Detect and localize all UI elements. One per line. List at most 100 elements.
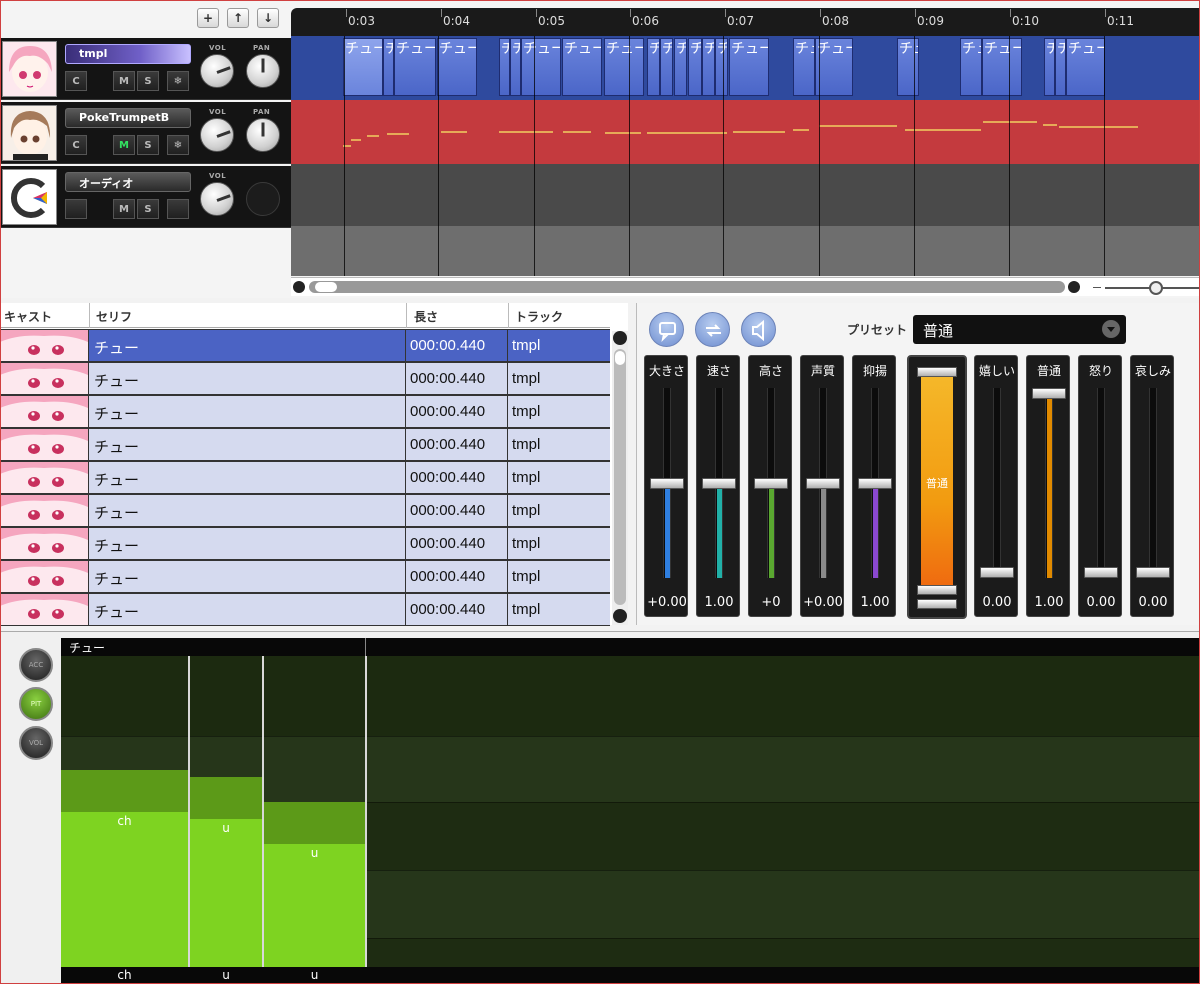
table-row[interactable]: チュー 000:00.440 tmpl xyxy=(0,527,610,560)
table-row[interactable]: チュー 000:00.440 tmpl xyxy=(0,494,610,527)
table-row[interactable]: チュー 000:00.440 tmpl xyxy=(0,428,610,461)
slider-handle[interactable] xyxy=(1084,567,1118,578)
lane-segment[interactable]: チュー xyxy=(815,38,853,96)
lane-segment[interactable]: チュー xyxy=(521,38,561,96)
speaker-icon[interactable] xyxy=(741,312,776,347)
pitch-note[interactable] xyxy=(190,819,262,967)
scroll-up-icon[interactable] xyxy=(613,331,627,345)
solo-button[interactable]: S xyxy=(137,71,159,91)
track-cell[interactable]: tmpl xyxy=(512,535,540,552)
lane-segment[interactable]: チュー xyxy=(715,38,728,96)
lane-segment[interactable]: チュー xyxy=(383,38,394,96)
timeline-scrollbar[interactable] xyxy=(291,277,1200,296)
speech-bubble-icon[interactable] xyxy=(649,312,684,347)
scroll-right-icon[interactable] xyxy=(1068,281,1080,293)
lane-segment[interactable]: チュー xyxy=(562,38,602,96)
line-cell[interactable]: チュー xyxy=(94,469,139,490)
lane-segment[interactable]: チュー xyxy=(729,38,769,96)
pitch-note[interactable] xyxy=(61,812,188,967)
lane-segment[interactable]: チュー xyxy=(897,38,919,96)
slider-emotion-0[interactable]: 嬉しい 0.00 xyxy=(974,355,1018,617)
track-cell[interactable]: tmpl xyxy=(512,370,540,387)
freeze-icon[interactable]: ❄ xyxy=(167,71,189,91)
lane-segment[interactable]: チュー xyxy=(1066,38,1105,96)
slider-handle[interactable] xyxy=(980,567,1014,578)
volume-knob[interactable] xyxy=(200,182,234,216)
line-cell[interactable]: チュー xyxy=(94,436,139,457)
solo-button[interactable]: S xyxy=(137,199,159,219)
slider-4[interactable]: 抑揚 1.00 xyxy=(852,355,896,617)
slider-emotion-3[interactable]: 哀しみ 0.00 xyxy=(1130,355,1174,617)
track-cell[interactable]: tmpl xyxy=(512,403,540,420)
move-track-up-button[interactable]: ↑ xyxy=(227,8,249,28)
slider-emotion-2[interactable]: 怒り 0.00 xyxy=(1078,355,1122,617)
slider-handle[interactable] xyxy=(754,477,788,489)
line-cell[interactable]: チュー xyxy=(94,502,139,523)
track-lane-tmpl[interactable]: チュー チュー チュー チュー チュー チュー チュー チュー チュー チュー … xyxy=(291,36,1200,100)
freeze-icon[interactable]: ❄ xyxy=(167,135,189,155)
line-cell[interactable]: チュー xyxy=(94,535,139,556)
length-cell[interactable]: 000:00.440 xyxy=(410,535,485,552)
pitch-editor-canvas[interactable]: チュー ch u u ch u u xyxy=(61,638,1200,984)
length-cell[interactable]: 000:00.440 xyxy=(410,502,485,519)
mute-button[interactable]: M xyxy=(113,135,135,155)
pitch-note[interactable] xyxy=(264,844,365,967)
length-cell[interactable]: 000:00.440 xyxy=(410,370,485,387)
scroll-thumb[interactable] xyxy=(315,282,337,292)
preset-dropdown[interactable]: 普通 xyxy=(913,315,1126,344)
length-cell[interactable]: 000:00.440 xyxy=(410,403,485,420)
table-row[interactable]: チュー 000:00.440 tmpl xyxy=(0,461,610,494)
table-row[interactable]: チュー 000:00.440 tmpl xyxy=(0,593,610,626)
table-row[interactable]: チュー 000:00.440 tmpl xyxy=(0,560,610,593)
emotion-master-slider[interactable]: 普通 xyxy=(907,355,967,619)
lane-segment[interactable]: チュー xyxy=(960,38,982,96)
track-lane-audio[interactable] xyxy=(291,164,1200,226)
pitch-note-top[interactable] xyxy=(61,770,188,812)
track-lane-poketrumpetb[interactable] xyxy=(291,100,1200,164)
table-row[interactable]: チュー 000:00.440 tmpl xyxy=(0,329,610,362)
lane-segment[interactable]: チュー xyxy=(793,38,815,96)
slider-1[interactable]: 速さ 1.00 xyxy=(696,355,740,617)
track-header-audio[interactable]: オーディオ M S VOL xyxy=(0,166,291,228)
slider-emotion-1[interactable]: 普通 1.00 xyxy=(1026,355,1070,617)
mode-acc-button[interactable]: ACC xyxy=(19,648,53,682)
track-header-poketrumpetb[interactable]: PokeTrumpetB C M S ❄ VOL PAN xyxy=(0,102,291,164)
line-cell[interactable]: チュー xyxy=(94,370,139,391)
volume-knob[interactable] xyxy=(200,54,234,88)
slider-handle[interactable] xyxy=(1032,388,1066,399)
emotion-handle-top[interactable] xyxy=(917,367,957,377)
line-cell[interactable]: チュー xyxy=(94,601,139,622)
emotion-handle[interactable] xyxy=(917,585,957,595)
lane-segment[interactable]: チュー xyxy=(437,38,477,96)
length-cell[interactable]: 000:00.440 xyxy=(410,469,485,486)
lane-segment[interactable]: チュー xyxy=(394,38,436,96)
track-name-field[interactable]: tmpl xyxy=(65,44,191,64)
header-track[interactable]: トラック xyxy=(515,308,563,325)
lane-segment[interactable]: チュー xyxy=(660,38,673,96)
track-header-tmpl[interactable]: tmpl C M S ❄ VOL PAN xyxy=(0,38,291,100)
slider-track[interactable] xyxy=(993,388,1001,578)
pan-knob[interactable] xyxy=(246,54,280,88)
lane-segment[interactable]: チュー xyxy=(604,38,644,96)
slider-track[interactable] xyxy=(1097,388,1105,578)
track-cell[interactable]: tmpl xyxy=(512,568,540,585)
line-cell[interactable]: チュー xyxy=(94,568,139,589)
lane-segment[interactable]: チュー xyxy=(647,38,660,96)
slider-0[interactable]: 大きさ +0.00 xyxy=(644,355,688,617)
pitch-note-top[interactable] xyxy=(190,777,262,819)
lane-segment[interactable]: チュー xyxy=(674,38,687,96)
lane-segment[interactable]: チュー xyxy=(510,38,521,96)
mode-pit-button[interactable]: PIT xyxy=(19,687,53,721)
pan-knob[interactable] xyxy=(246,118,280,152)
track-cell[interactable]: tmpl xyxy=(512,436,540,453)
mute-button[interactable]: M xyxy=(113,71,135,91)
lane-segment[interactable]: チュー xyxy=(982,38,1022,96)
mode-vol-button[interactable]: VOL xyxy=(19,726,53,760)
slider-handle[interactable] xyxy=(702,477,736,489)
scroll-track[interactable] xyxy=(309,281,1065,293)
time-ruler[interactable]: 0:03 0:04 0:05 0:06 0:07 0:08 0:09 0:10 … xyxy=(291,8,1200,36)
scroll-down-icon[interactable] xyxy=(613,609,627,623)
table-row[interactable]: チュー 000:00.440 tmpl xyxy=(0,395,610,428)
table-scrollbar[interactable] xyxy=(612,331,628,625)
track-cell[interactable]: tmpl xyxy=(512,337,540,354)
